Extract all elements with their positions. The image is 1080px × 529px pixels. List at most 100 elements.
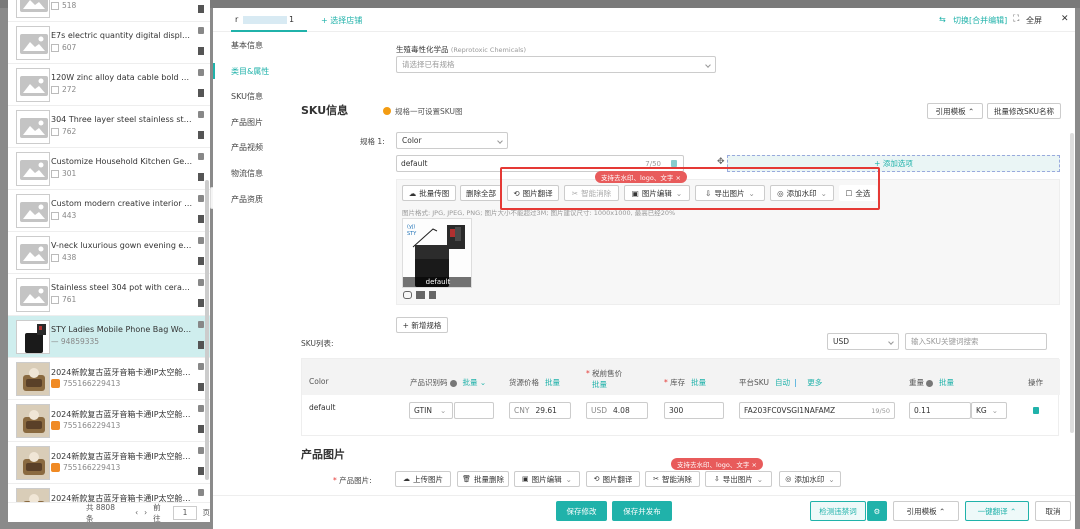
spec-select[interactable]: Color xyxy=(396,132,508,149)
product-checkbox[interactable] xyxy=(51,211,59,220)
fullscreen-button[interactable]: 全屏 xyxy=(1026,15,1042,26)
header-batch-link[interactable]: 批量 xyxy=(691,378,706,387)
batch-delete-button[interactable]: 🗑 批量删除 xyxy=(457,471,509,487)
trash-icon[interactable] xyxy=(198,237,204,244)
flag-icon[interactable] xyxy=(198,257,204,265)
trash-icon[interactable] xyxy=(198,489,204,496)
smart-erase-button-2[interactable]: ✂ 智能消除 xyxy=(645,471,700,487)
header-batch-link[interactable]: 自动 xyxy=(775,378,790,387)
upload-image-button[interactable]: ☁ 上传图片 xyxy=(395,471,451,487)
trash-icon[interactable] xyxy=(198,153,204,160)
save-button[interactable]: 保存修改 xyxy=(556,501,607,521)
cancel-button[interactable]: 取消 xyxy=(1035,501,1071,521)
cost-input[interactable]: CNY 29.61 xyxy=(509,402,571,419)
flag-icon[interactable] xyxy=(198,341,204,349)
currency-select[interactable]: USD xyxy=(827,333,899,350)
trash-icon[interactable] xyxy=(198,405,204,412)
product-list-item[interactable]: 2024新款复古蓝牙音箱卡通IP太空舱小... 755166229413 xyxy=(8,442,210,484)
product-checkbox[interactable] xyxy=(51,169,59,178)
header-batch-link[interactable]: 批量 xyxy=(545,378,560,387)
trash-icon[interactable] xyxy=(198,279,204,286)
stock-input[interactable]: 300 xyxy=(664,402,724,419)
flag-icon[interactable] xyxy=(198,467,204,475)
one-click-translate-button[interactable]: 一键翻译 ⌃ xyxy=(965,501,1029,521)
nav-item[interactable]: 产品图片 xyxy=(231,117,263,128)
trash-icon[interactable] xyxy=(429,291,436,299)
flag-icon[interactable] xyxy=(198,299,204,307)
trash-icon[interactable] xyxy=(198,69,204,76)
nav-item[interactable]: SKU信息 xyxy=(231,91,263,102)
flag-icon[interactable] xyxy=(198,47,204,55)
product-list-item[interactable]: E7s electric quantity digital display e.… xyxy=(8,22,210,64)
product-checkbox[interactable] xyxy=(51,43,59,52)
nav-item[interactable]: 基本信息 xyxy=(231,40,263,51)
image-icon[interactable] xyxy=(416,291,425,299)
save-publish-button[interactable]: 保存并发布 xyxy=(612,501,672,521)
flag-icon[interactable] xyxy=(198,173,204,181)
product-list-item[interactable]: 304 Three layer steel stainless steel g.… xyxy=(8,106,210,148)
flag-icon[interactable] xyxy=(198,215,204,223)
switch-merge-edit-button[interactable]: 切换[合并编辑] xyxy=(953,15,1007,26)
batch-rename-sku-button[interactable]: 批量修改SKU名称 xyxy=(987,103,1061,119)
nav-item[interactable]: 物流信息 xyxy=(231,168,263,179)
product-list-item[interactable]: Customize Household Kitchen Germ... 301 xyxy=(8,148,210,190)
add-watermark-button-2[interactable]: ◎ 添加水印 ⌄ xyxy=(779,471,841,487)
export-images-button-2[interactable]: ⇩ 导出图片 ⌄ xyxy=(705,471,772,487)
reference-template-button[interactable]: 引用模板 ⌃ xyxy=(927,103,983,119)
nav-item[interactable]: 产品资质 xyxy=(231,194,263,205)
product-checkbox[interactable] xyxy=(51,253,59,262)
product-list-item[interactable]: 2024新款复古蓝牙音箱卡通IP太空舱小... 755166229413 xyxy=(8,358,210,400)
trash-icon[interactable] xyxy=(198,111,204,118)
flag-icon[interactable] xyxy=(198,383,204,391)
trash-icon[interactable] xyxy=(198,321,204,328)
product-checkbox[interactable] xyxy=(51,127,59,136)
check-words-button[interactable]: 检测违禁词 xyxy=(810,501,866,521)
product-list-item[interactable]: 518 xyxy=(8,0,210,22)
product-list-item[interactable]: 120W zinc alloy data cable bold 6.0 f...… xyxy=(8,64,210,106)
trash-icon[interactable] xyxy=(198,363,204,370)
delete-option-icon[interactable] xyxy=(671,160,677,167)
close-icon[interactable]: ✕ xyxy=(1061,14,1069,24)
delete-all-button[interactable]: 删除全部 xyxy=(460,185,502,201)
price-input[interactable]: USD 4.08 xyxy=(586,402,648,419)
add-spec-button[interactable]: + 新增规格 xyxy=(396,317,448,333)
list-scrollbar[interactable] xyxy=(205,180,209,480)
weight-unit-select[interactable]: KG ⌄ xyxy=(971,402,1007,419)
trash-icon[interactable] xyxy=(198,27,204,34)
header-batch-link[interactable]: 批量 xyxy=(592,380,607,389)
settings-gear-button[interactable]: ⚙ xyxy=(867,501,887,521)
prev-page-button[interactable]: ‹ xyxy=(135,508,138,517)
nav-item[interactable]: 产品视频 xyxy=(231,142,263,153)
image-edit-button-2[interactable]: ▣ 图片编辑 ⌄ xyxy=(514,471,580,487)
product-list-item[interactable]: STY Ladies Mobile Phone Bag Wome... — 948… xyxy=(8,316,210,358)
flag-icon[interactable] xyxy=(198,425,204,433)
header-batch-link[interactable]: 更多 xyxy=(807,378,822,387)
product-list-item[interactable]: V-neck luxurious gown evening eleg... 438 xyxy=(8,232,210,274)
product-checkbox[interactable] xyxy=(51,295,59,304)
product-checkbox[interactable] xyxy=(51,1,59,10)
page-input[interactable]: 1 xyxy=(173,505,197,520)
choose-store-button[interactable]: + 选择店铺 xyxy=(321,15,362,26)
replace-icon[interactable] xyxy=(403,291,412,299)
batch-upload-button[interactable]: ☁ 批量传图 xyxy=(402,185,456,201)
delete-row-icon[interactable] xyxy=(1033,407,1039,414)
sku-search-input[interactable]: 输入SKU关键词搜索 xyxy=(905,333,1047,350)
product-list-item[interactable]: Custom modern creative interior ho... 443 xyxy=(8,190,210,232)
trash-icon[interactable] xyxy=(198,447,204,454)
sku-image-thumbnail[interactable]: (yj) STY default xyxy=(402,218,472,288)
product-checkbox[interactable] xyxy=(51,85,59,94)
gtin-select[interactable]: GTIN ⌄ xyxy=(409,402,453,419)
weight-input[interactable]: 0.11 xyxy=(909,402,971,419)
reprotoxic-select[interactable]: 请选择已有规格 xyxy=(396,56,716,73)
image-translate-button-2[interactable]: ⟲ 图片翻译 xyxy=(586,471,640,487)
next-page-button[interactable]: › xyxy=(144,508,147,517)
product-list-item[interactable]: Stainless steel 304 pot with ceramic ...… xyxy=(8,274,210,316)
nav-item[interactable]: 类目&属性 xyxy=(231,66,269,77)
trash-icon[interactable] xyxy=(198,195,204,202)
drag-handle-icon[interactable]: ✥ xyxy=(717,157,725,167)
flag-icon[interactable] xyxy=(198,89,204,97)
header-batch-link[interactable]: 批量 xyxy=(463,378,478,387)
gtin-input[interactable] xyxy=(454,402,494,419)
platform-sku-input[interactable]: FA203FC0VSGI1NAFAMZ 19/50 xyxy=(739,402,895,419)
header-batch-link[interactable]: 批量 xyxy=(939,378,954,387)
